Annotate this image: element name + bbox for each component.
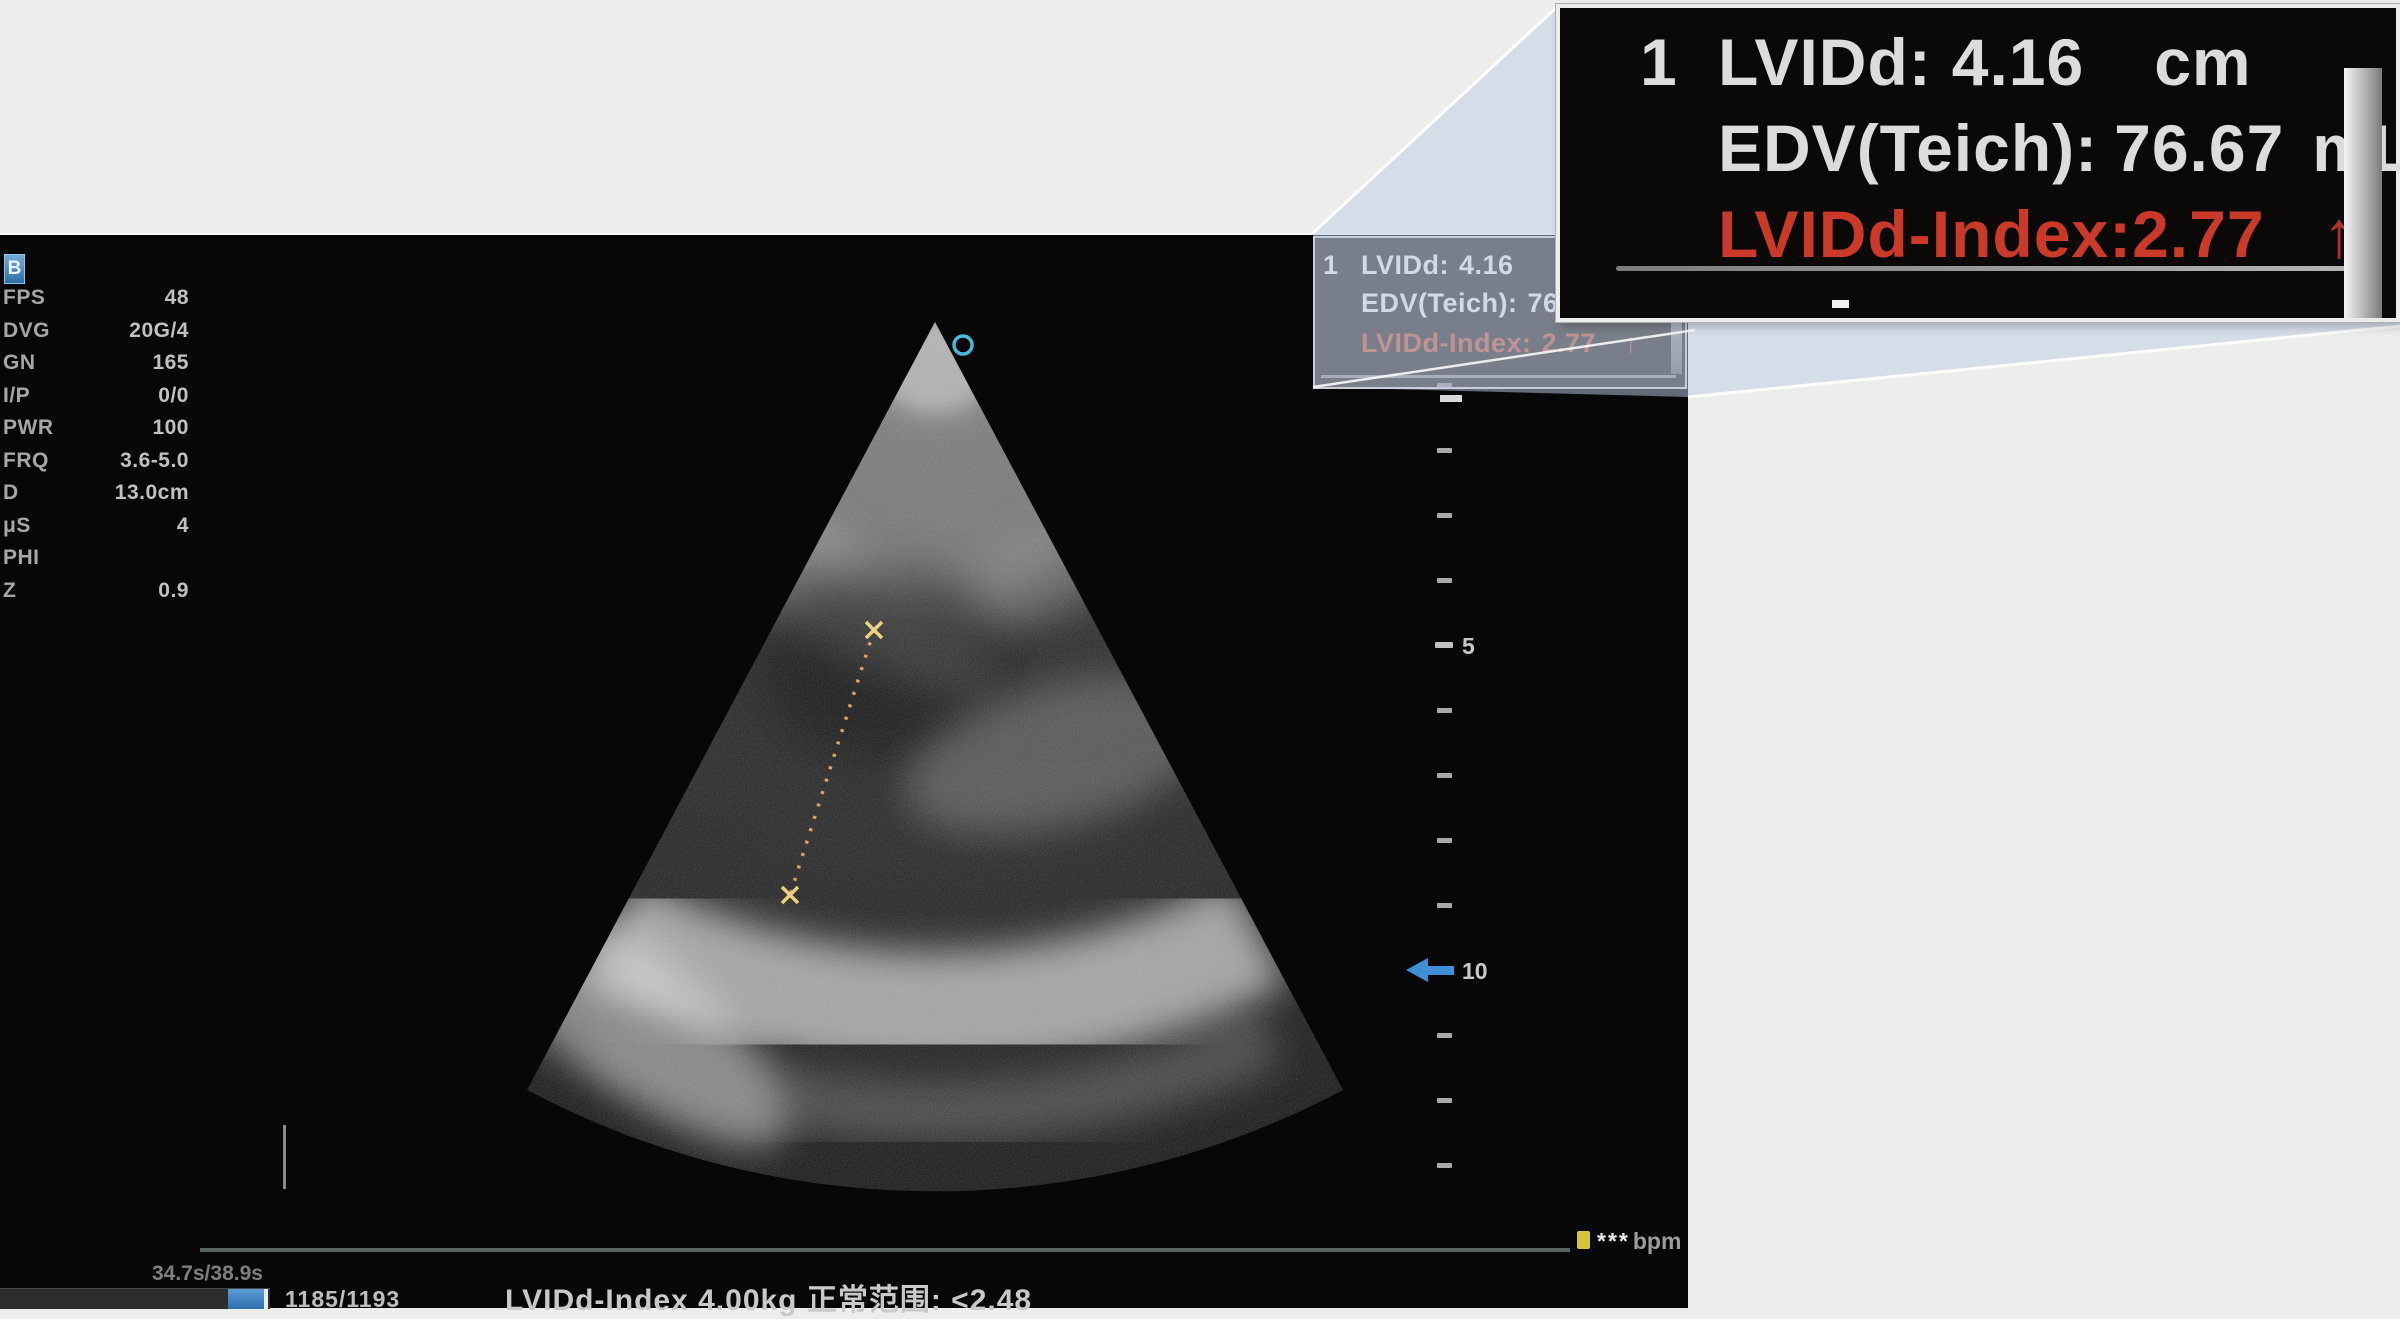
param-frq: FRQ3.6-5.0 [3, 445, 189, 478]
results-window-handle[interactable] [1440, 395, 1462, 402]
cine-time-readout: 34.7s/38.9s [152, 1262, 263, 1286]
cine-frame-counter: 1185/1193 [285, 1286, 400, 1313]
param-ip: I/P0/0 [3, 380, 189, 413]
param-fps: FPS48 [3, 282, 189, 315]
param-gn: GN165 [3, 347, 189, 380]
callout-line-lvidd-index: LVIDd-Index:2.77↑ [1718, 196, 2357, 272]
ultrasound-sector-image: 5 10 [0, 235, 1688, 1310]
callout-line-edv: EDV(Teich):76.67mL [1718, 110, 2400, 186]
param-depth: D13.0cm [3, 477, 189, 510]
ecg-heart-icon [1577, 1231, 1590, 1249]
ultrasound-screen: 5 10 B FPS48 DVG20G/4 GN165 I/P0/0 PWR10… [0, 233, 1688, 1308]
cine-marker-line [283, 1125, 286, 1189]
param-phi: PHI [3, 542, 189, 575]
heart-rate-readout: ***bpm [1597, 1228, 1681, 1255]
param-z: Z0.9 [3, 575, 189, 608]
measurement-zoom-callout: 1LVIDd:4.16cm EDV(Teich):76.67mL LVIDd-I… [1556, 4, 2400, 322]
result-line-lvidd-index: LVIDd-Index:2.77↑ [1361, 328, 1638, 359]
callout-separator [1616, 266, 2360, 271]
callout-line-lvidd: 1LVIDd:4.16cm [1640, 24, 2252, 100]
param-us: μS4 [3, 510, 189, 543]
depth-scale: 5 10 [1406, 383, 1488, 1168]
callout-scrollbar[interactable] [2344, 68, 2382, 318]
focus-marker-icon[interactable] [1406, 958, 1454, 982]
depth-label-10: 10 [1462, 958, 1488, 984]
cine-progress-bar[interactable] [0, 1288, 270, 1309]
parameter-column: FPS48 DVG20G/4 GN165 I/P0/0 PWR100 FRQ3.… [3, 282, 189, 607]
results-separator [1321, 375, 1676, 378]
probe-orientation-marker-icon [954, 336, 972, 354]
mode-badge: B [4, 254, 25, 284]
callout-window-handle[interactable] [1832, 300, 1849, 308]
param-dvg: DVG20G/4 [3, 315, 189, 348]
cine-progress-thumb[interactable] [228, 1289, 268, 1309]
param-pwr: PWR100 [3, 412, 189, 445]
high-value-arrow-icon: ↑ [1624, 328, 1638, 358]
depth-label-5: 5 [1462, 633, 1475, 659]
status-bar-text: LVIDd-Index 4.00kg 正常范围: <2.48 [505, 1275, 1032, 1319]
ecg-baseline [200, 1248, 1570, 1252]
